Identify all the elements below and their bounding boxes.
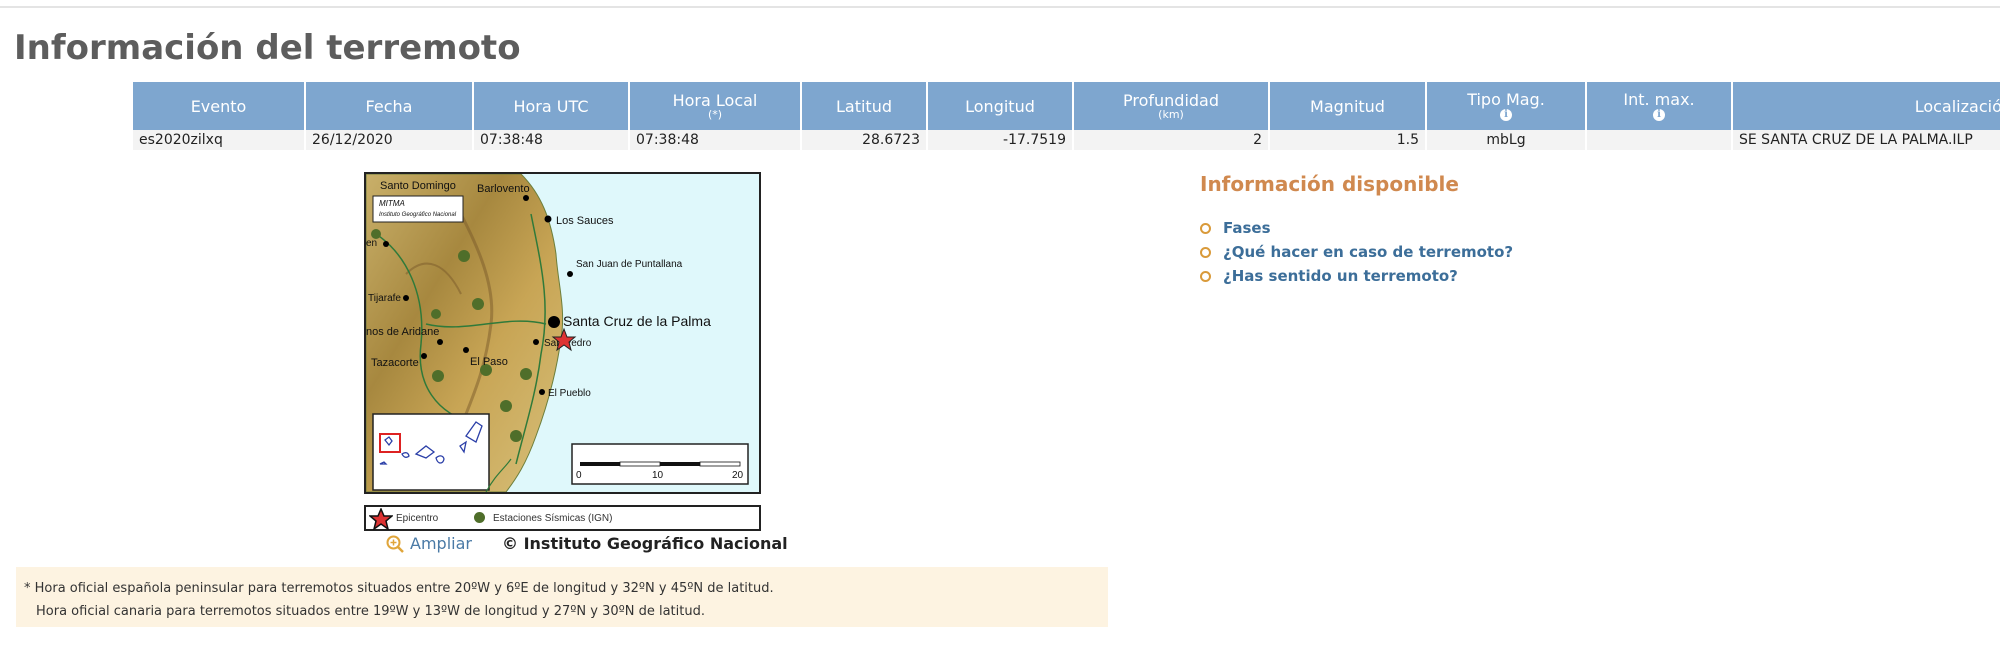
header-latitud[interactable]: Latitud	[800, 82, 927, 130]
earthquake-table: Evento Fecha Hora UTC Hora Local (*) Lati…	[131, 82, 2000, 150]
cell-fecha: 26/12/2020	[304, 130, 473, 150]
place-santa-cruz: Santa Cruz de la Palma	[563, 313, 711, 329]
bullet-icon	[1200, 222, 1211, 234]
place-el-paso: El Paso	[470, 356, 508, 368]
top-divider	[0, 6, 2000, 8]
header-magnitud[interactable]: Magnitud	[1268, 82, 1426, 130]
header-longitud[interactable]: Longitud	[926, 82, 1073, 130]
map-image: MITMA Instituto Geográfico Nacional Sant…	[366, 174, 759, 492]
ampliar-link[interactable]: Ampliar	[386, 534, 472, 553]
header-int-max[interactable]: Int. max. i	[1585, 82, 1732, 130]
bullet-icon	[1200, 270, 1211, 282]
info-icon[interactable]: i	[1500, 109, 1512, 121]
place-los-llanos: nos de Aridane	[366, 326, 439, 338]
place-los-sauces: Los Sauces	[556, 215, 614, 227]
place-san-juan: San Juan de Puntallana	[576, 259, 683, 270]
cell-latitud: 28.6723	[800, 130, 927, 150]
place-garafia: en	[366, 238, 377, 249]
scale-label-10: 10	[652, 470, 664, 481]
place-santo-domingo: Santo Domingo	[380, 180, 456, 192]
scale-label-20: 20	[732, 470, 744, 481]
cell-tipo-mag: mbLg	[1425, 130, 1586, 150]
header-fecha[interactable]: Fecha	[304, 82, 473, 130]
star-icon	[369, 508, 393, 530]
map-header-line2: Instituto Geográfico Nacional	[379, 212, 457, 218]
table-row: es2020zilxq 26/12/2020 07:38:48 07:38:48…	[131, 130, 2000, 150]
scale-label-0: 0	[576, 470, 582, 481]
map-legend: Epicentro Estaciones Sísmicas (IGN)	[364, 505, 761, 531]
link-has-sentido[interactable]: ¿Has sentido un terremoto?	[1200, 264, 1513, 288]
page-title: Información del terremoto	[14, 28, 521, 68]
note-line-1: * Hora oficial española peninsular para …	[24, 581, 774, 596]
bullet-icon	[1200, 246, 1211, 258]
header-evento[interactable]: Evento	[131, 82, 305, 130]
header-tipo-mag[interactable]: Tipo Mag. i	[1425, 82, 1586, 130]
cell-longitud: -17.7519	[926, 130, 1073, 150]
cell-localizacion: SE SANTA CRUZ DE LA PALMA.ILP	[1731, 130, 2000, 150]
place-tazacorte: Tazacorte	[371, 357, 419, 369]
table-header-row: Evento Fecha Hora UTC Hora Local (*) Lati…	[131, 82, 2000, 130]
available-info-title: Información disponible	[1200, 172, 1459, 196]
place-el-pueblo: El Pueblo	[548, 388, 591, 399]
cell-hora-utc: 07:38:48	[472, 130, 629, 150]
header-hora-utc[interactable]: Hora UTC	[472, 82, 629, 130]
zoom-in-icon	[386, 535, 404, 553]
time-note: * Hora oficial española peninsular para …	[16, 567, 1108, 627]
ampliar-label: Ampliar	[410, 534, 472, 553]
cell-profundidad: 2	[1072, 130, 1269, 150]
available-info-list: Fases ¿Qué hacer en caso de terremoto? ¿…	[1200, 216, 1513, 288]
station-dot-icon	[474, 512, 485, 523]
place-barlovento: Barlovento	[477, 183, 530, 195]
link-que-hacer[interactable]: ¿Qué hacer en caso de terremoto?	[1200, 240, 1513, 264]
epicenter-map[interactable]: MITMA Instituto Geográfico Nacional Sant…	[364, 172, 761, 494]
copyright-text: © Instituto Geográfico Nacional	[502, 534, 788, 553]
cell-evento: es2020zilxq	[131, 130, 305, 150]
place-tijarafe: Tijarafe	[368, 293, 401, 304]
note-line-2: Hora oficial canaria para terremotos sit…	[36, 604, 705, 619]
info-icon[interactable]: i	[1653, 109, 1665, 121]
map-scale-bar	[580, 461, 741, 467]
map-header-line1: MITMA	[379, 199, 405, 208]
header-localizacion[interactable]: Localización	[1731, 82, 2000, 130]
link-fases[interactable]: Fases	[1200, 216, 1513, 240]
cell-magnitud: 1.5	[1268, 130, 1426, 150]
legend-epicentro: Epicentro	[396, 513, 439, 524]
cell-int-max	[1585, 130, 1732, 150]
header-profundidad[interactable]: Profundidad (km)	[1072, 82, 1269, 130]
cell-hora-local: 07:38:48	[628, 130, 801, 150]
legend-estaciones: Estaciones Sísmicas (IGN)	[493, 513, 613, 524]
header-hora-local[interactable]: Hora Local (*)	[628, 82, 801, 130]
